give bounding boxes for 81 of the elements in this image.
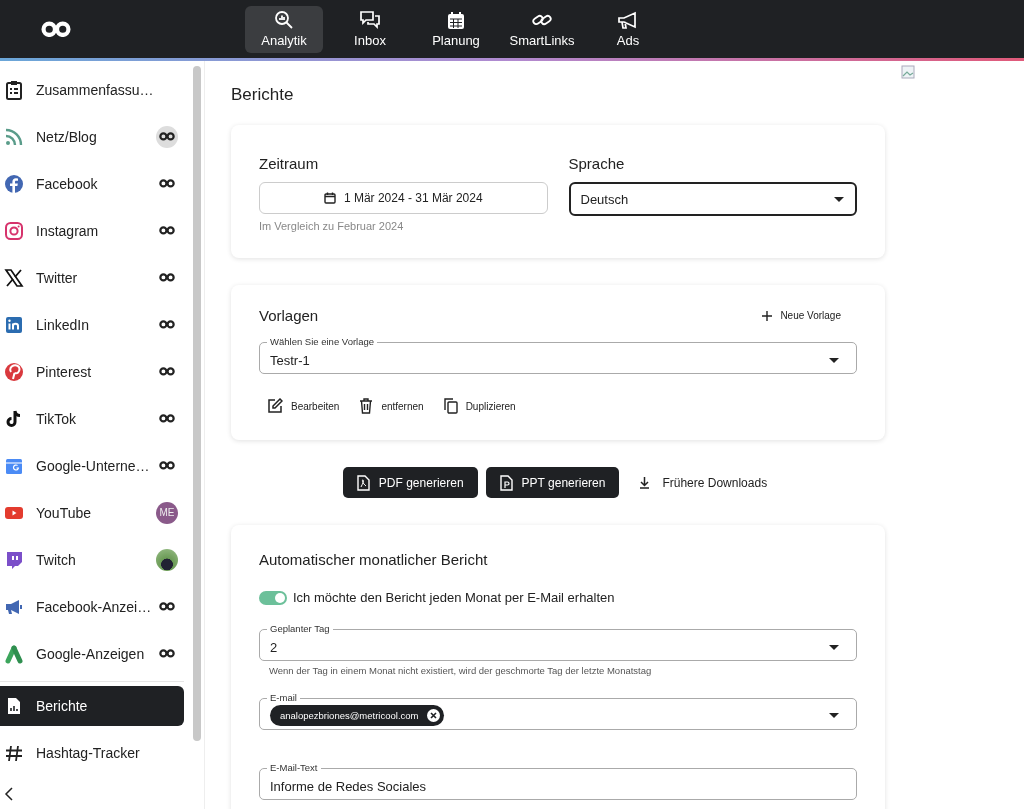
rss-icon — [4, 126, 24, 147]
nav-tab[interactable]: Planung — [417, 5, 495, 53]
page-title: Berichte — [231, 85, 295, 105]
calendar-icon — [323, 192, 336, 204]
toggle-switch[interactable] — [259, 590, 287, 605]
template-action-button[interactable]: Bearbeiten — [267, 398, 340, 414]
scrollbar[interactable] — [193, 66, 201, 741]
account-logo-icon — [159, 226, 175, 235]
nav-tab[interactable]: Inbox — [331, 5, 409, 53]
linkedin-icon — [4, 314, 24, 335]
sidebar-item[interactable]: Facebook — [0, 160, 184, 207]
pinterest-icon — [4, 361, 24, 382]
sidebar-item[interactable]: Instagram — [0, 207, 184, 254]
account-logo-icon — [159, 414, 175, 423]
avatar-photo — [156, 548, 178, 571]
account-logo-icon — [159, 132, 175, 141]
sidebar-item[interactable]: Facebook-Anzei… — [0, 583, 184, 630]
twitch-icon — [4, 549, 24, 570]
sidebar-item[interactable]: Berichte — [0, 686, 184, 726]
calendar-icon — [447, 10, 465, 30]
account-avatar: ME — [156, 501, 178, 524]
downloads-link[interactable]: Frühere Downloads — [633, 474, 774, 491]
nav-tab[interactable]: Analytik — [245, 5, 323, 53]
day-hint: Wenn der Tag in einem Monat nicht existiert, wird der geschmorte Tag der letzte Monatstag — [269, 665, 653, 676]
sidebar-item[interactable]: Netz/Blog — [0, 113, 184, 160]
comparison-note: Im Vergleich zu Februar 2024 — [259, 220, 405, 232]
new-template-button[interactable]: Neue Vorlage — [756, 309, 847, 322]
account-logo-icon — [159, 367, 175, 376]
instagram-icon — [4, 220, 24, 241]
account-logo-icon — [159, 320, 175, 329]
generate-button[interactable]: PPT generieren — [485, 467, 620, 498]
account-logo-icon — [159, 179, 175, 188]
pencil-icon — [267, 398, 283, 414]
copy-icon — [443, 398, 458, 414]
sidebar-item[interactable]: Zusammenfassu… — [0, 66, 184, 113]
language-label: Sprache — [568, 155, 626, 172]
period-label: Zeitraum — [259, 155, 320, 172]
sidebar-item[interactable]: Pinterest — [0, 348, 184, 395]
nav-tab[interactable]: Ads — [589, 5, 667, 53]
monthly-report-title: Automatischer monatlicher Bericht — [259, 551, 489, 568]
dropdown-caret-icon — [828, 643, 840, 651]
toggle-label: Ich möchte den Bericht jeden Monat per E-Mail erhalten — [293, 590, 615, 605]
plus-icon — [762, 310, 773, 321]
facebook-icon — [4, 173, 24, 194]
remove-icon[interactable] — [426, 708, 440, 722]
template-action-button[interactable]: Duplizieren — [443, 398, 516, 414]
dropdown-caret-icon — [833, 195, 845, 203]
sidebar-item[interactable]: Twitter — [0, 254, 184, 301]
brand-logo-icon — [41, 20, 71, 38]
generate-button[interactable]: PDF generieren — [342, 467, 478, 498]
account-logo-icon — [159, 461, 175, 470]
collapse-chevron-icon[interactable] — [4, 787, 14, 801]
language-select[interactable]: Deutsch — [568, 182, 857, 216]
pdf-file-icon — [356, 474, 370, 491]
nav-tab[interactable]: SmartLinks — [503, 5, 581, 53]
x-logo-icon — [4, 267, 24, 288]
templates-title: Vorlagen — [259, 307, 319, 324]
account-logo-icon — [159, 602, 175, 611]
megaphone-icon — [617, 10, 639, 30]
sidebar-item[interactable]: LinkedIn — [0, 301, 184, 348]
account-logo-icon — [159, 649, 175, 658]
sidebar-item[interactable]: Twitch — [0, 536, 184, 583]
sidebar-item[interactable]: TikTok — [0, 395, 184, 442]
sidebar-item[interactable]: Google-Unterne… — [0, 442, 184, 489]
account-logo-icon — [159, 273, 175, 282]
ppt-file-icon — [499, 474, 513, 491]
date-range-picker[interactable]: 1 Mär 2024 - 31 Mär 2024 — [259, 182, 548, 214]
google-ads-icon — [4, 643, 24, 664]
template-action-button[interactable]: entfernen — [359, 398, 424, 414]
chat-bubbles-icon — [359, 10, 381, 30]
search-chart-icon — [274, 10, 294, 30]
sidebar-item[interactable]: Google-Anzeigen — [0, 630, 184, 677]
broken-image-icon — [901, 65, 915, 79]
dropdown-caret-icon — [828, 356, 840, 364]
sidebar-item[interactable]: Hashtag-Tracker — [0, 729, 184, 776]
sidebar-item[interactable]: YouTube ME — [0, 489, 184, 536]
dropdown-caret-icon — [828, 711, 840, 719]
email-chip: analopezbriones@metricool.com — [270, 704, 444, 726]
download-icon — [639, 476, 651, 489]
trash-icon — [359, 398, 374, 414]
clipboard-icon — [4, 79, 24, 100]
